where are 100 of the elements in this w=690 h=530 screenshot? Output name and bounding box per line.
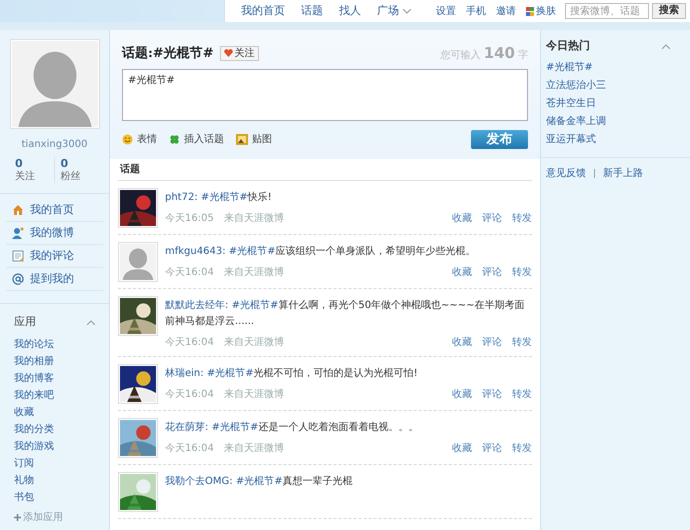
post-input[interactable]: #光棍节# xyxy=(122,68,528,120)
remaining-label: 您可输入 xyxy=(440,48,481,63)
publish-button[interactable]: 发布 xyxy=(471,130,528,148)
post-time: 今天16:04 xyxy=(165,266,214,280)
nav-link[interactable]: 换肤 xyxy=(521,4,561,18)
author-link[interactable]: mfkgu4643: xyxy=(165,246,226,256)
search-field[interactable]: 搜索微博、话题 xyxy=(565,3,649,19)
toolbar-link[interactable]: 插入话题 xyxy=(169,132,224,146)
post-text: mfkgu4643: #光棍节#应该组织一个单身派队，希望明年少些光棍。 xyxy=(165,244,477,258)
footer-link[interactable]: 意见反馈 xyxy=(546,166,586,180)
nav-tab[interactable]: 我的首页 xyxy=(233,0,293,22)
avatar-silhouette xyxy=(118,242,158,282)
footer-link[interactable]: 新手上路 xyxy=(603,166,643,180)
nav-link[interactable]: 手机 xyxy=(461,4,491,18)
post-action-link[interactable]: 评论 xyxy=(482,210,502,226)
post-action-link[interactable]: 评论 xyxy=(482,440,502,456)
hot-topic-link[interactable]: 立法惩治小三 xyxy=(546,76,685,94)
post-text: 默默此去经年: #光棍节#算什么啊，再光个50年做个神棍哦也~~~~在半期考面前神马都是浮云...... xyxy=(165,298,526,328)
topic-link[interactable]: #光棍节# xyxy=(236,476,283,486)
hot-topic-link[interactable]: 储备金率上调 xyxy=(546,112,685,130)
apps-heading: 应用 xyxy=(14,314,36,330)
author-link[interactable]: pht72: xyxy=(165,192,198,202)
post-source: 来自天涯微博 xyxy=(224,388,284,402)
post-action-link[interactable]: 收藏 xyxy=(452,264,472,280)
post-source: 来自天涯微博 xyxy=(224,442,284,456)
stat-count[interactable]: 0 xyxy=(15,157,54,171)
nav-tab[interactable]: 广场 xyxy=(369,0,419,22)
hot-heading: 今日热门 xyxy=(546,38,590,54)
search-button[interactable]: 搜索 xyxy=(652,3,686,19)
post-text: 林瑞ein: #光棍节#光棍不可怕，可怕的是认为光棍可怕! xyxy=(165,366,419,380)
post-action-link[interactable]: 转发 xyxy=(512,210,532,226)
post-action-link[interactable]: 收藏 xyxy=(452,210,472,226)
hot-topic-link[interactable]: #光棍节# xyxy=(546,58,685,76)
hot-topic-link[interactable]: 苍井空生日 xyxy=(546,94,685,112)
follow-button[interactable]: 关注 xyxy=(220,46,259,61)
topic-link[interactable]: #光棍节# xyxy=(200,192,248,202)
hot-topic-link[interactable]: 亚运开幕式 xyxy=(546,130,685,148)
post-source: 来自天涯微博 xyxy=(224,212,284,226)
nav-tab[interactable]: 话题 xyxy=(293,0,331,22)
collapse-caret-icon[interactable] xyxy=(87,320,95,325)
post-text: 我勒个去OMG: #光棍节#真想一辈子光棍 xyxy=(165,474,354,488)
username[interactable]: tianxing3000 xyxy=(22,137,88,152)
post-text: 花在荫芽: #光棍节#还是一个人吃着泡面看着电视。。。 xyxy=(165,420,420,434)
post-time: 今天16:04 xyxy=(165,442,214,456)
sidebar-item[interactable]: 提到我的 xyxy=(6,268,103,292)
post-time: 今天16:05 xyxy=(165,212,214,226)
house-icon xyxy=(12,204,24,216)
stat-label: 关注 xyxy=(15,170,36,184)
app-link[interactable]: 我的论坛 xyxy=(14,336,95,353)
nav-link[interactable]: 设置 xyxy=(431,4,461,18)
stat-label: 粉丝 xyxy=(60,170,82,184)
app-link[interactable]: 我的来吧 xyxy=(14,386,95,404)
author-link[interactable]: 花在荫芽: xyxy=(165,422,208,432)
post-action-link[interactable]: 收藏 xyxy=(452,440,472,456)
post-action-link[interactable]: 评论 xyxy=(482,386,502,402)
at-sign-icon xyxy=(12,273,24,286)
image-icon[interactable] xyxy=(236,134,248,144)
app-link[interactable]: 书包 xyxy=(14,488,95,506)
post-source: 来自天涯微博 xyxy=(224,336,284,350)
smiley-icon[interactable] xyxy=(122,134,133,144)
app-link[interactable]: 收藏 xyxy=(14,404,95,421)
topic-link[interactable]: #光棍节# xyxy=(212,422,258,432)
nav-link[interactable]: 邀请 xyxy=(491,4,521,18)
post-source: 来自天涯微博 xyxy=(224,266,284,280)
collapse-caret-icon[interactable] xyxy=(662,44,670,49)
sidebar-item[interactable]: 我的评论 xyxy=(6,245,103,268)
app-link[interactable]: 订阅 xyxy=(14,454,95,472)
nav-tab[interactable]: 找人 xyxy=(331,0,369,22)
post-action-link[interactable]: 转发 xyxy=(512,264,532,280)
app-link[interactable]: 礼物 xyxy=(14,472,95,489)
author-link[interactable]: 默默此去经年: xyxy=(165,300,228,310)
post-action-link[interactable]: 收藏 xyxy=(452,386,472,402)
app-link[interactable]: 我的相册 xyxy=(14,352,95,370)
topic-link[interactable]: #光棍节# xyxy=(232,300,278,310)
post-text: pht72: #光棍节#快乐! xyxy=(165,190,273,204)
sidebar-item[interactable]: 我的首页 xyxy=(6,199,103,222)
plus-icon xyxy=(14,514,21,521)
author-link[interactable]: 我勒个去OMG: xyxy=(165,476,233,486)
user-icon xyxy=(12,227,24,240)
post-action-link[interactable]: 评论 xyxy=(482,334,502,350)
post-action-link[interactable]: 转发 xyxy=(512,440,532,456)
caret-icon[interactable] xyxy=(403,8,411,14)
toolbar-link[interactable]: 贴图 xyxy=(236,132,272,146)
author-link[interactable]: 林瑞ein: xyxy=(165,368,204,378)
heart-icon xyxy=(224,49,233,58)
post-action-link[interactable]: 转发 xyxy=(512,334,532,350)
topic-link[interactable]: #光棍节# xyxy=(206,368,254,378)
app-link[interactable]: 我的游戏 xyxy=(14,438,95,455)
post-action-link[interactable]: 评论 xyxy=(482,264,502,280)
topic-link[interactable]: #光棍节# xyxy=(228,246,276,256)
app-link[interactable]: 我的分类 xyxy=(14,420,95,438)
stat-count[interactable]: 0 xyxy=(60,157,94,171)
post-action-link[interactable]: 转发 xyxy=(512,386,532,402)
app-link[interactable]: 我的博客 xyxy=(14,370,95,387)
sidebar-item[interactable]: 我的微博 xyxy=(6,222,103,246)
palette-icon xyxy=(526,6,534,16)
toolbar-link[interactable]: 表情 xyxy=(122,132,157,146)
post-action-link[interactable]: 收藏 xyxy=(452,334,472,350)
post-time: 今天16:04 xyxy=(165,388,214,402)
clover-icon[interactable] xyxy=(169,134,180,144)
